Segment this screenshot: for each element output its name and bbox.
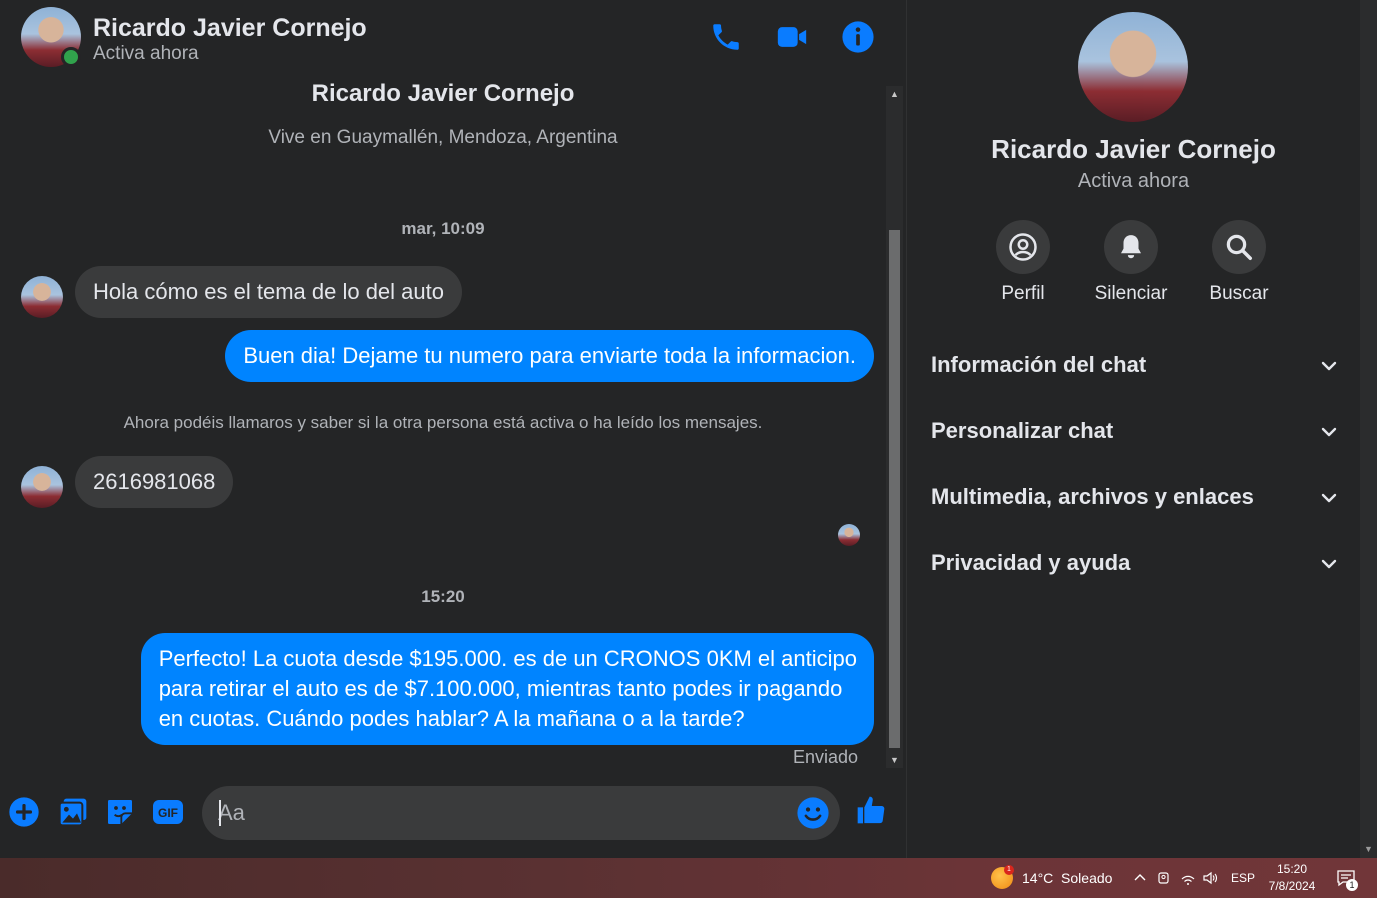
section-customize-chat[interactable]: Personalizar chat bbox=[931, 412, 1341, 452]
section-media-files-links[interactable]: Multimedia, archivos y enlaces bbox=[931, 478, 1341, 518]
mute-button[interactable]: Silenciar bbox=[1081, 220, 1181, 305]
text-caret bbox=[219, 800, 221, 826]
incoming-message[interactable]: Hola cómo es el tema de lo del auto bbox=[75, 266, 462, 318]
language-indicator[interactable]: ESP bbox=[1231, 871, 1255, 885]
info-contact-status: Activa ahora bbox=[1077, 170, 1190, 192]
phone-icon[interactable] bbox=[709, 20, 743, 54]
video-call-icon[interactable] bbox=[775, 20, 809, 54]
chevron-down-icon bbox=[1321, 361, 1337, 371]
chevron-up-icon[interactable] bbox=[1131, 869, 1149, 887]
gif-icon[interactable]: GIF bbox=[152, 796, 184, 828]
weather-text[interactable]: 14°C Soleado bbox=[1022, 870, 1112, 886]
message-list[interactable]: Ricardo Javier Cornejo Vive en Guaymallé… bbox=[0, 76, 886, 770]
online-indicator bbox=[61, 47, 81, 67]
sticker-icon[interactable] bbox=[104, 796, 136, 828]
wifi-icon[interactable] bbox=[1179, 869, 1197, 887]
window-scrollbar[interactable]: ▼ bbox=[1360, 0, 1377, 858]
section-privacy-help[interactable]: Privacidad y ayuda bbox=[931, 544, 1341, 584]
notification-count: 1 bbox=[1346, 879, 1358, 891]
section-label: Privacidad y ayuda bbox=[931, 550, 1131, 575]
system-notice: Ahora podéis llamaros y saber si la otra… bbox=[123, 413, 763, 432]
chevron-down-icon bbox=[1321, 427, 1337, 437]
composer: GIF bbox=[0, 772, 906, 858]
like-icon[interactable] bbox=[855, 794, 891, 830]
clock-date[interactable]: 7/8/2024 bbox=[1262, 879, 1322, 893]
chat-pane: Ricardo Javier Cornejo Activa ahora Rica… bbox=[0, 0, 907, 858]
timestamp-separator: 15:20 bbox=[421, 587, 465, 606]
gif-label: GIF bbox=[158, 806, 178, 820]
scroll-down-arrow-icon[interactable]: ▼ bbox=[886, 752, 903, 768]
incoming-message[interactable]: 2616981068 bbox=[75, 456, 234, 508]
weather-badge: 1 bbox=[1004, 865, 1014, 875]
clock-time[interactable]: 15:20 bbox=[1262, 862, 1322, 876]
info-avatar[interactable] bbox=[1078, 12, 1188, 122]
meet-now-icon[interactable] bbox=[1155, 869, 1173, 887]
info-icon[interactable] bbox=[841, 20, 875, 54]
profile-button[interactable]: Perfil bbox=[973, 220, 1073, 305]
sent-status: Enviado bbox=[792, 747, 858, 767]
scroll-up-arrow-icon[interactable]: ▲ bbox=[886, 86, 903, 102]
search-label: Buscar bbox=[1209, 283, 1269, 304]
windows-taskbar: 1 14°C Soleado ESP 15:20 7/8/2024 1 bbox=[0, 858, 1377, 898]
thread-profile-location: Vive en Guaymallén, Mendoza, Argentina bbox=[268, 127, 618, 148]
thread-profile-name: Ricardo Javier Cornejo bbox=[311, 80, 575, 107]
conversation-info-panel: Ricardo Javier Cornejo Activa ahora Perf… bbox=[907, 0, 1360, 858]
section-label: Multimedia, archivos y enlaces bbox=[931, 484, 1254, 509]
message-input[interactable] bbox=[218, 798, 778, 828]
plus-icon[interactable] bbox=[8, 796, 40, 828]
chevron-down-icon bbox=[1321, 559, 1337, 569]
seen-indicator-avatar bbox=[838, 524, 860, 546]
section-label: Información del chat bbox=[931, 352, 1147, 377]
profile-icon[interactable] bbox=[996, 220, 1050, 274]
mute-label: Silenciar bbox=[1094, 283, 1168, 304]
section-chat-info[interactable]: Información del chat bbox=[931, 346, 1341, 386]
search-icon[interactable] bbox=[1212, 220, 1266, 274]
message-scrollbar[interactable]: ▲ ▼ bbox=[886, 86, 903, 768]
chevron-down-icon bbox=[1321, 493, 1337, 503]
section-label: Personalizar chat bbox=[931, 418, 1114, 443]
message-line: Perfecto! La cuota desde $195.000. es de… bbox=[158, 646, 857, 671]
message-line: en cuotas. Cuándo podes hablar? A la mañ… bbox=[158, 706, 745, 731]
message-line: para retirar el auto es de $7.100.000, m… bbox=[158, 676, 843, 701]
profile-label: Perfil bbox=[1001, 283, 1045, 304]
contact-name[interactable]: Ricardo Javier Cornejo bbox=[93, 14, 367, 43]
scroll-down-arrow-icon[interactable]: ▼ bbox=[1360, 844, 1377, 854]
contact-status: Activa ahora bbox=[93, 43, 199, 64]
timestamp-separator: mar, 10:09 bbox=[401, 219, 485, 238]
message-input-box[interactable] bbox=[202, 786, 840, 840]
volume-icon[interactable] bbox=[1201, 869, 1219, 887]
outgoing-message[interactable]: Perfecto! La cuota desde $195.000. es de… bbox=[140, 633, 874, 745]
message-avatar bbox=[21, 276, 63, 318]
chat-header: Ricardo Javier Cornejo Activa ahora bbox=[0, 0, 906, 76]
message-avatar bbox=[21, 466, 63, 508]
search-button[interactable]: Buscar bbox=[1189, 220, 1289, 305]
bell-icon[interactable] bbox=[1104, 220, 1158, 274]
outgoing-message[interactable]: Buen dia! Dejame tu numero para enviarte… bbox=[225, 330, 874, 382]
scroll-thumb[interactable] bbox=[889, 230, 900, 748]
messenger-window: Ricardo Javier Cornejo Activa ahora Rica… bbox=[0, 0, 1377, 858]
emoji-icon[interactable] bbox=[796, 796, 830, 830]
info-contact-name: Ricardo Javier Cornejo bbox=[991, 134, 1276, 164]
photo-icon[interactable] bbox=[57, 796, 89, 828]
